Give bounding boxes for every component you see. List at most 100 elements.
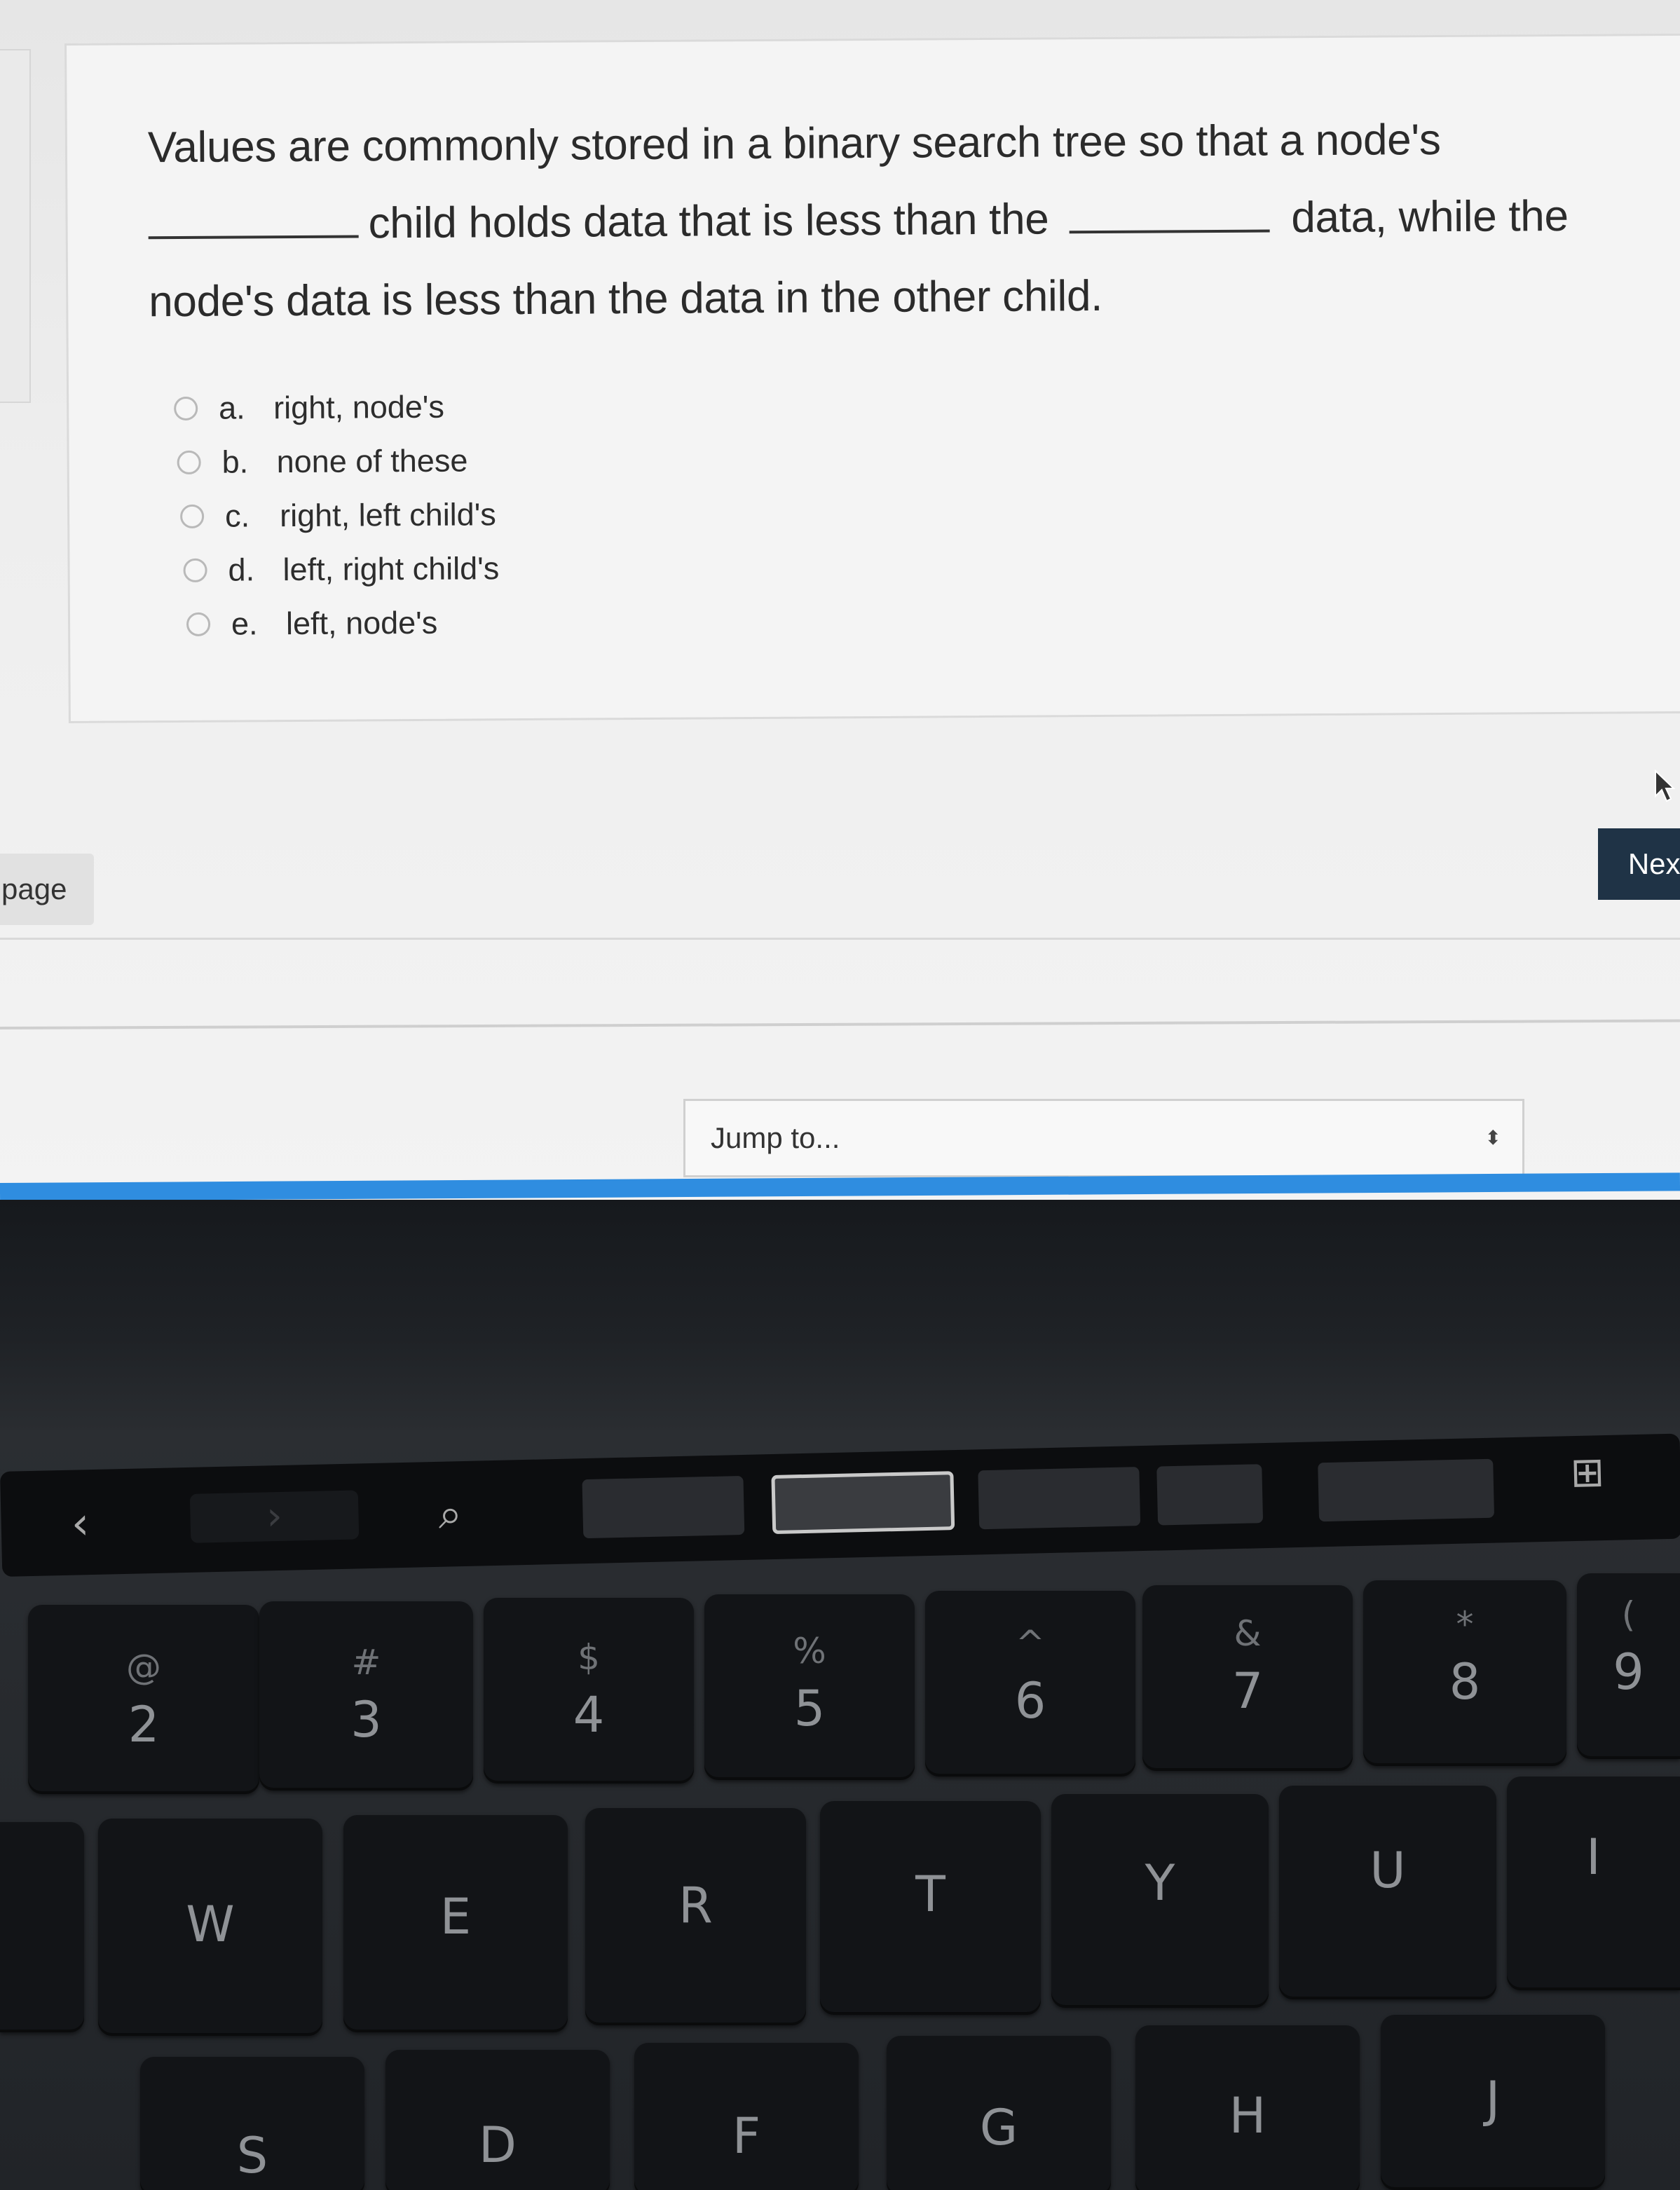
key-shift-label: * — [1456, 1604, 1474, 1645]
option-letter: d. — [228, 551, 255, 588]
key-h[interactable]: H — [1135, 2025, 1360, 2190]
key-shift-label: ^ — [1016, 1623, 1045, 1664]
option-a[interactable]: a. right, node's — [174, 379, 498, 435]
active-tab-thumbnail[interactable] — [771, 1471, 955, 1535]
key-9[interactable]: ( 9 — [1577, 1573, 1680, 1759]
key-e[interactable]: E — [343, 1815, 568, 2032]
mouse-cursor-icon — [1655, 769, 1675, 802]
key-main-label: 4 — [573, 1686, 605, 1744]
key-main-label: 3 — [350, 1691, 382, 1748]
key-main-label: F — [732, 2107, 761, 2165]
key-shift-label: % — [793, 1631, 826, 1671]
key-g[interactable]: G — [887, 2036, 1111, 2190]
key-y[interactable]: Y — [1051, 1794, 1269, 2008]
key-4[interactable]: $ 4 — [484, 1598, 694, 1784]
key-main-label: 6 — [1014, 1672, 1046, 1730]
option-letter: b. — [221, 443, 249, 480]
jump-to-label: Jump to... — [711, 1121, 840, 1154]
radio-button[interactable] — [174, 396, 198, 420]
key-i[interactable]: I — [1507, 1777, 1680, 1990]
question-text: Values are commonly stored in a binary s… — [148, 100, 1680, 341]
key-u[interactable]: U — [1279, 1786, 1496, 1999]
option-b[interactable]: b. none of these — [177, 433, 498, 489]
key-shift-label: & — [1234, 1613, 1262, 1654]
tab-thumbnail[interactable] — [1318, 1458, 1495, 1522]
key-main-label: D — [479, 2116, 517, 2174]
jump-to-select[interactable]: Jump to... ⬍ — [683, 1099, 1524, 1177]
option-text: right, left child's — [279, 495, 496, 533]
key-main-label: 8 — [1449, 1653, 1481, 1711]
radio-button[interactable] — [177, 450, 201, 474]
option-c[interactable]: c. right, left child's — [180, 487, 499, 543]
key-main-label: U — [1370, 1842, 1406, 1899]
key-shift-label: $ — [578, 1637, 600, 1678]
tab-thumbnail[interactable] — [978, 1467, 1141, 1530]
key-main-label: I — [1586, 1828, 1601, 1886]
key-j[interactable]: J — [1381, 2015, 1605, 2190]
select-arrows-icon: ⬍ — [1484, 1127, 1501, 1149]
key-w[interactable]: W — [98, 1819, 322, 2036]
key-t[interactable]: T — [820, 1801, 1041, 2015]
key-main-label: T — [915, 1866, 945, 1923]
divider — [0, 1019, 1680, 1029]
key-main-label: E — [439, 1888, 472, 1945]
left-panel-edge — [0, 49, 31, 403]
key-f[interactable]: F — [634, 2043, 859, 2190]
option-text: left, right child's — [282, 549, 500, 587]
tab-thumbnail[interactable] — [582, 1475, 745, 1539]
option-letter: a. — [219, 389, 245, 426]
key-main-label: S — [236, 2127, 268, 2184]
key-main-label: H — [1229, 2087, 1266, 2144]
key-main-label: 9 — [1613, 1643, 1644, 1701]
radio-button[interactable] — [186, 612, 211, 636]
key-2[interactable]: @ 2 — [28, 1605, 259, 1794]
new-tab-icon[interactable]: ⊞ — [1570, 1448, 1605, 1496]
key-r[interactable]: R — [585, 1808, 806, 2025]
key-main-label: J — [1485, 2071, 1501, 2128]
question-part-1: Values are commonly stored in a binary s… — [147, 116, 1441, 172]
option-text: left, node's — [285, 604, 438, 641]
option-text: none of these — [276, 442, 468, 479]
blank-2 — [1069, 229, 1270, 234]
question-part-2: child holds data that is less than the — [368, 195, 1049, 248]
radio-button[interactable] — [183, 558, 207, 582]
tab-thumbnail[interactable] — [1156, 1464, 1264, 1526]
key-main-label: 7 — [1231, 1662, 1264, 1720]
previous-page-button[interactable]: page — [0, 854, 94, 925]
answer-options: a. right, node's b. none of these c. rig… — [174, 379, 500, 651]
question-part-3: data, while the — [1291, 191, 1569, 242]
key-main-label: G — [979, 2099, 1018, 2156]
search-icon[interactable]: ⌕ — [438, 1489, 463, 1539]
option-letter: e. — [231, 605, 258, 642]
key-8[interactable]: * 8 — [1363, 1580, 1566, 1766]
forward-arrow-icon[interactable]: › — [189, 1490, 360, 1543]
browser-screen: Values are commonly stored in a binary s… — [0, 0, 1680, 1205]
next-page-button[interactable]: Next — [1598, 828, 1680, 900]
key-7[interactable]: & 7 — [1142, 1585, 1353, 1771]
key-shift-label: # — [351, 1642, 381, 1683]
key-6[interactable]: ^ 6 — [925, 1591, 1135, 1777]
key-main-label: 5 — [793, 1680, 826, 1737]
key-main-label: 2 — [128, 1696, 160, 1753]
option-text: right, node's — [273, 388, 445, 425]
key-shift-label: ( — [1621, 1594, 1636, 1635]
key-main-label: W — [186, 1896, 235, 1953]
key-5[interactable]: % 5 — [704, 1594, 915, 1780]
divider — [0, 938, 1680, 940]
option-letter: c. — [224, 497, 250, 534]
key-shift-label: @ — [126, 1647, 161, 1688]
question-card: Values are commonly stored in a binary s… — [64, 33, 1680, 723]
key-s[interactable]: S — [140, 2057, 364, 2190]
option-e[interactable]: e. left, node's — [186, 595, 500, 651]
key-3[interactable]: # 3 — [259, 1601, 473, 1791]
laptop-bezel — [0, 1200, 1680, 1431]
key-tab[interactable] — [0, 1822, 84, 2032]
question-part-4: node's data is less than the data in the… — [149, 271, 1103, 327]
key-main-label: R — [678, 1877, 713, 1934]
back-arrow-icon[interactable]: ‹ — [71, 1498, 90, 1550]
radio-button[interactable] — [180, 504, 205, 528]
blank-1 — [148, 235, 359, 240]
option-d[interactable]: d. left, right child's — [183, 541, 499, 597]
key-d[interactable]: D — [385, 2050, 610, 2190]
key-main-label: Y — [1145, 1854, 1175, 1912]
